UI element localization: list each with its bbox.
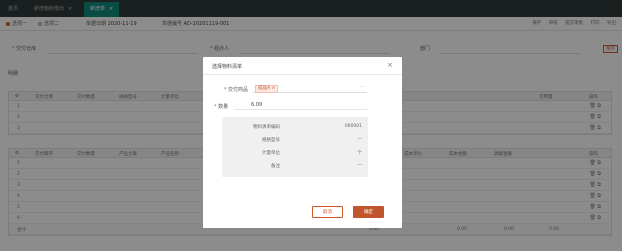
detail-value: 个 [357,151,363,156]
goods-select[interactable]: 成品A × ··· [253,84,367,93]
close-icon[interactable]: × [387,61,393,69]
divider [203,74,402,75]
material-detail-panel: 物料清单编码 000001 规格型号 — 计量单位 个 备注 — [222,117,368,177]
select-material-dialog: 选择物料清单 × * 交付商品 成品A × ··· * 数量 6.00 物料清单… [203,57,402,228]
detail-label: 备注 [271,164,280,169]
label-text: 数量 [218,104,229,110]
label-text: 交付商品 [227,87,248,93]
detail-row: 物料清单编码 000001 [222,124,368,132]
qty-input[interactable]: 6.00 [234,102,367,110]
confirm-button[interactable]: 确定 [353,206,384,218]
detail-row: 备注 — [222,163,368,171]
detail-value: — [357,137,363,142]
detail-value: — [357,163,363,168]
detail-label: 计量单位 [262,151,280,156]
detail-value: 000001 [344,124,362,129]
detail-row: 规格型号 — [222,137,368,145]
detail-label: 物料清单编码 [253,125,280,130]
cancel-button[interactable]: 取消 [312,206,343,218]
dialog-title: 选择物料清单 [212,64,243,70]
detail-label: 规格型号 [262,138,280,143]
detail-row: 计量单位 个 [222,150,368,158]
goods-chip[interactable]: 成品A × [255,85,279,93]
goods-label: * 交付商品 [223,87,248,93]
more-icon[interactable]: ··· [360,84,365,90]
qty-value: 6.00 [251,102,263,108]
